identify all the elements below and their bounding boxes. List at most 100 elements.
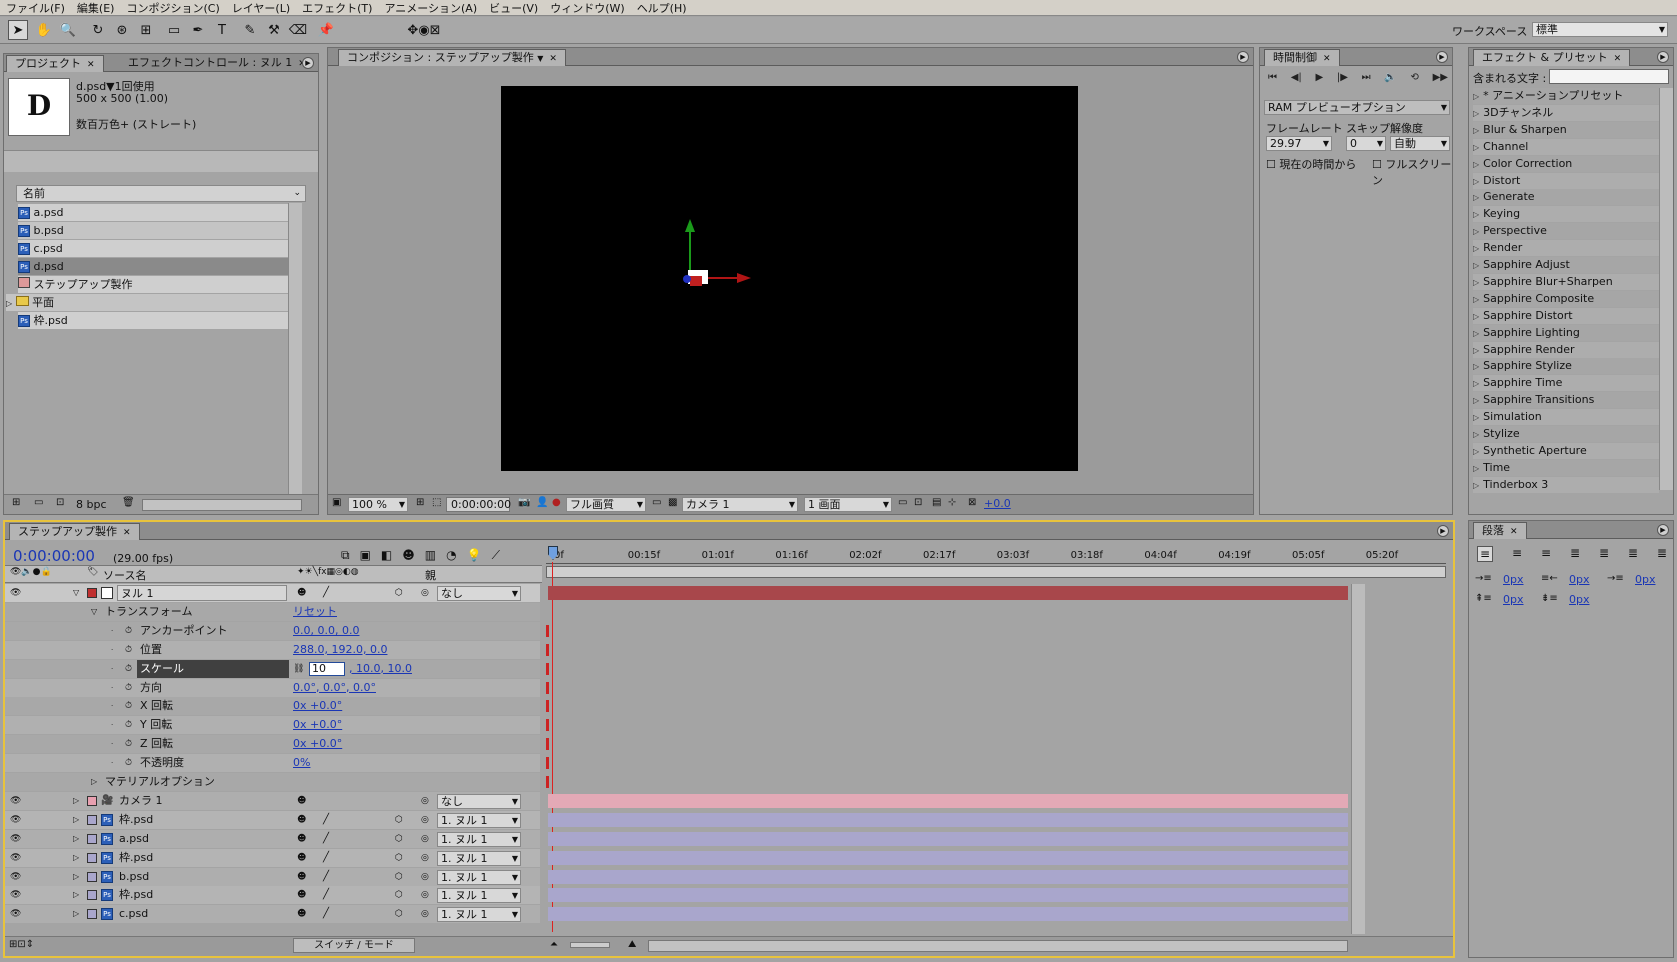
expand-triangle-icon[interactable]: ▷ xyxy=(73,868,79,886)
parent-select[interactable]: なし xyxy=(437,586,521,601)
keyframe-marker[interactable] xyxy=(546,681,549,694)
effect-category[interactable]: Blur & Sharpen xyxy=(1473,121,1659,138)
reset-exposure-icon[interactable]: ⊠ xyxy=(968,497,976,508)
property-row[interactable]: · ⏱ アンカーポイント 0.0, 0.0, 0.0 xyxy=(5,621,540,640)
effect-category[interactable]: Color Correction xyxy=(1473,155,1659,172)
align-right-icon[interactable]: ≡ xyxy=(1541,546,1551,562)
timeline-timecode[interactable]: 0:00:00:00 xyxy=(13,547,95,565)
layer-duration-bar[interactable] xyxy=(548,831,1348,846)
flowchart-icon[interactable]: ⊹ xyxy=(948,497,956,508)
effect-category[interactable]: Channel xyxy=(1473,138,1659,155)
property-name[interactable]: 位置 xyxy=(137,641,289,659)
keyframe-marker[interactable] xyxy=(546,700,549,713)
tab-effect-controls[interactable]: エフェクトコントロール : ヌル 1✕ xyxy=(120,55,314,72)
keyframe-marker[interactable] xyxy=(546,719,549,732)
layer-name[interactable]: ヌル 1 xyxy=(117,585,287,601)
property-value[interactable]: 0.0, 0.0, 0.0 xyxy=(293,622,359,640)
ram-preview-icon[interactable]: ▶▶ xyxy=(1433,72,1448,86)
new-comp-icon[interactable]: ⊡ xyxy=(56,497,64,508)
layer-row[interactable]: 👁 ▷ Ps c.psd ☻ ╱ ⬡ ◎ 1. ヌル 1 xyxy=(5,905,540,924)
resolution-select[interactable]: フル画質 xyxy=(566,497,646,512)
quality-switch-icon[interactable]: ╱ xyxy=(323,886,329,904)
pickwhip-icon[interactable]: ◎ xyxy=(421,792,429,810)
property-value[interactable]: 288.0, 192.0, 0.0 xyxy=(293,641,387,659)
layer-duration-bar[interactable] xyxy=(548,586,1348,600)
shy-switch-icon[interactable]: ☻ xyxy=(297,905,306,923)
effect-category[interactable]: * アニメーションプリセット xyxy=(1473,88,1659,104)
stopwatch-icon[interactable]: ⏱ xyxy=(125,697,132,715)
expand-triangle-icon[interactable]: ▷ xyxy=(73,811,79,829)
grid-icon[interactable]: ⊞ xyxy=(416,497,424,508)
pickwhip-icon[interactable]: ◎ xyxy=(421,905,429,923)
shy-icon[interactable]: ☻ xyxy=(402,548,415,564)
transform-group[interactable]: ▽ トランスフォーム リセット xyxy=(5,602,540,621)
collapse-triangle-icon[interactable]: ▽ xyxy=(91,603,97,621)
stopwatch-icon[interactable]: ⏱ xyxy=(125,716,132,734)
eye-icon[interactable]: 👁 xyxy=(10,849,21,867)
menu-composition[interactable]: コンポジション(C) xyxy=(120,0,225,16)
zoom-slider[interactable] xyxy=(570,942,610,948)
effect-category[interactable]: Sapphire Adjust xyxy=(1473,257,1659,273)
effect-category[interactable]: Render xyxy=(1473,240,1659,257)
toggle-panes-icon[interactable]: ⊞⊡⇕ xyxy=(9,939,34,950)
next-frame-icon[interactable]: |▶ xyxy=(1337,72,1348,86)
effect-category[interactable]: Synthetic Aperture xyxy=(1473,442,1659,459)
selection-tool-icon[interactable]: ➤ xyxy=(8,20,28,40)
time-ruler[interactable]: 0f 00:15f 01:01f 01:16f 02:02f 02:17f 03:03f 03… xyxy=(546,548,1446,564)
fast-previews-icon[interactable]: ⊡ xyxy=(914,497,922,508)
layer-row[interactable]: 👁 ▷ Ps 枠.psd ☻ ╱ ⬡ ◎ 1. ヌル 1 xyxy=(5,848,540,867)
expand-triangle-icon[interactable]: ▷ xyxy=(73,830,79,848)
layer-duration-bar[interactable] xyxy=(548,812,1348,827)
keyframe-marker[interactable] xyxy=(546,757,549,770)
effects-scrollbar[interactable] xyxy=(1659,88,1673,490)
pickwhip-icon[interactable]: ◎ xyxy=(421,868,429,886)
property-row[interactable]: · ⏱ Y 回転 0x +0.0° xyxy=(5,716,540,735)
panel-menu-icon[interactable]: ▶ xyxy=(1436,51,1448,63)
quality-switch-icon[interactable]: ╱ xyxy=(323,584,329,602)
tab-paragraph[interactable]: 段落 ✕ xyxy=(1473,522,1527,539)
shy-switch-icon[interactable]: ☻ xyxy=(297,868,306,886)
property-row[interactable]: · ⏱ 方向 0.0°, 0.0°, 0.0° xyxy=(5,678,540,697)
snapshot-icon[interactable]: 📷 xyxy=(518,497,530,508)
from-current-checkbox[interactable]: ☐ 現在の時間から xyxy=(1266,156,1356,172)
indent-left-value[interactable]: 0px xyxy=(1503,573,1524,586)
workspace-select[interactable]: 標準 xyxy=(1532,22,1668,37)
eye-icon[interactable]: 👁 xyxy=(10,792,21,810)
layer-row[interactable]: 👁 ▷ Ps b.psd ☻ ╱ ⬡ ◎ 1. ヌル 1 xyxy=(5,867,540,886)
scale-x-input[interactable]: 10 xyxy=(309,661,345,676)
column-header-name[interactable]: 名前 ⌄ xyxy=(16,185,306,202)
layer-row[interactable]: 👁 ▷ Ps a.psd ☻ ╱ ⬡ ◎ 1. ヌル 1 xyxy=(5,829,540,848)
axis-mode-icon[interactable]: ✥◉⊠ xyxy=(404,20,444,40)
effect-category[interactable]: Stylize xyxy=(1473,426,1659,442)
menu-effect[interactable]: エフェクト(T) xyxy=(296,0,378,16)
chevron-down-icon[interactable]: ▼ xyxy=(537,54,543,63)
trash-icon[interactable]: 🗑 xyxy=(122,497,135,508)
menu-animation[interactable]: アニメーション(A) xyxy=(378,0,483,16)
effect-category[interactable]: Generate xyxy=(1473,189,1659,206)
property-name[interactable]: 方向 xyxy=(137,679,289,697)
eye-icon[interactable]: 👁 xyxy=(10,584,21,602)
stopwatch-icon[interactable]: ⏱ xyxy=(125,660,132,678)
stopwatch-icon[interactable]: ⏱ xyxy=(125,754,132,772)
property-value[interactable]: 0x +0.0° xyxy=(293,697,342,715)
scale-yz-value[interactable]: , 10.0, 10.0 xyxy=(349,660,412,678)
clone-stamp-icon[interactable]: ⚒ xyxy=(264,20,284,40)
first-frame-icon[interactable]: ⏮ xyxy=(1268,72,1277,86)
expand-triangle-icon[interactable]: ▷ xyxy=(73,849,79,867)
parent-select[interactable]: 1. ヌル 1 xyxy=(437,869,521,885)
parent-select[interactable]: なし xyxy=(437,793,521,809)
eye-icon[interactable]: 👁 xyxy=(10,886,21,904)
hand-tool-icon[interactable]: ✋ xyxy=(34,20,54,40)
shy-switch-icon[interactable]: ☻ xyxy=(297,849,306,867)
parent-select[interactable]: 1. ヌル 1 xyxy=(437,850,521,866)
expand-triangle-icon[interactable]: ▷ xyxy=(73,886,79,904)
panel-menu-icon[interactable]: ▶ xyxy=(1437,525,1449,537)
mask-icon[interactable]: ⬚ xyxy=(432,497,441,508)
framerate-select[interactable]: 29.97 xyxy=(1266,136,1332,151)
property-name[interactable]: X 回転 xyxy=(137,697,289,715)
align-center-icon[interactable]: ≡ xyxy=(1512,546,1522,562)
project-scrollbar[interactable] xyxy=(288,203,302,507)
tab-timeline[interactable]: ステップアップ製作 ✕ xyxy=(9,523,140,540)
always-preview-icon[interactable]: ▣ xyxy=(332,497,341,508)
effect-category[interactable]: Sapphire Render xyxy=(1473,341,1659,358)
